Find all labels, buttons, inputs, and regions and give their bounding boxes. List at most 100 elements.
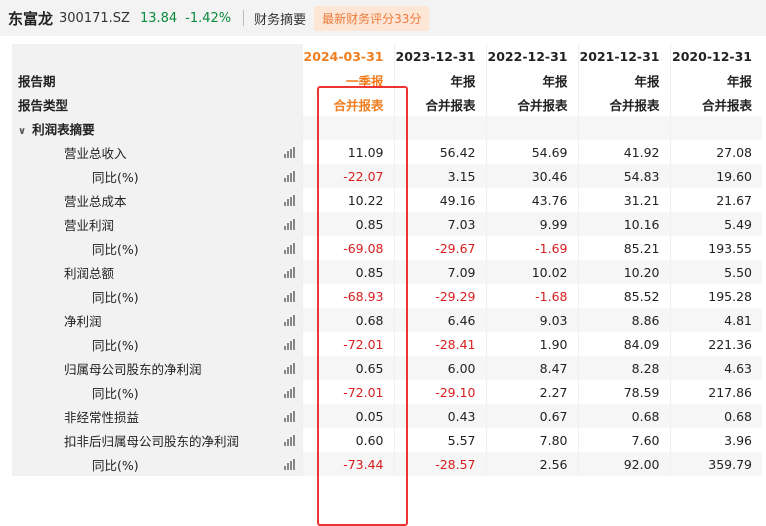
price-change: -1.42% <box>185 10 232 26</box>
column-date[interactable]: 2022-12-31 <box>485 44 578 68</box>
table-cell: 3.15 <box>393 164 486 188</box>
table-cell: 85.52 <box>577 284 670 308</box>
row-label: 营业总收入 <box>12 140 302 164</box>
bar-chart-icon[interactable] <box>283 435 296 446</box>
table-row: 同比(%) -72.01 -29.10 2.27 78.59 217.86 <box>12 380 762 404</box>
table-cell: -68.93 <box>301 284 394 308</box>
table-row: 营业总成本 10.22 49.16 43.76 31.21 21.67 <box>12 188 762 212</box>
row-label: 营业利润 <box>12 212 302 236</box>
stock-code: 300171.SZ <box>59 10 130 26</box>
row-label: 同比(%) <box>12 332 302 356</box>
table-cell: 10.02 <box>485 260 578 284</box>
table-cell: 6.46 <box>393 308 486 332</box>
table-cell: 2.27 <box>485 380 578 404</box>
row-label: 扣非后归属母公司股东的净利润 <box>12 428 302 452</box>
table-row: 同比(%) -69.08 -29.67 -1.69 85.21 193.55 <box>12 236 762 260</box>
column-type: 合并报表 <box>669 92 762 116</box>
table-row: 同比(%) -72.01 -28.41 1.90 84.09 221.36 <box>12 332 762 356</box>
header-row-date: 2024-03-31 2023-12-31 2022-12-31 2021-12… <box>12 44 762 68</box>
table-cell: 30.46 <box>485 164 578 188</box>
bar-chart-icon[interactable] <box>283 195 296 206</box>
bar-chart-icon[interactable] <box>283 363 296 374</box>
table-cell: 92.00 <box>577 452 670 476</box>
table-cell: 4.63 <box>669 356 762 380</box>
table-cell: 5.57 <box>393 428 486 452</box>
table-cell: 2.56 <box>485 452 578 476</box>
table-cell: 9.03 <box>485 308 578 332</box>
table-cell: 0.68 <box>669 404 762 428</box>
table-cell: 56.42 <box>393 140 486 164</box>
table-row: 同比(%) -73.44 -28.57 2.56 92.00 359.79 <box>12 452 762 476</box>
row-label-text: 净利润 <box>64 313 102 329</box>
table-cell: 7.03 <box>393 212 486 236</box>
table-cell: 359.79 <box>669 452 762 476</box>
column-period: 年报 <box>393 68 486 92</box>
chevron-down-icon[interactable]: ∨ <box>18 126 26 137</box>
section-label[interactable]: ∨ 利润表摘要 <box>12 116 302 140</box>
row-label: 同比(%) <box>12 284 302 308</box>
table-cell: 0.65 <box>301 356 394 380</box>
column-period: 年报 <box>485 68 578 92</box>
row-label-text: 同比(%) <box>92 385 139 401</box>
financial-table: 2024-03-31 2023-12-31 2022-12-31 2021-12… <box>12 44 762 476</box>
table-cell: 9.99 <box>485 212 578 236</box>
bar-chart-icon[interactable] <box>283 411 296 422</box>
header-row-period: 报告期 一季报 年报 年报 年报 年报 <box>12 68 762 92</box>
row-label: 营业总成本 <box>12 188 302 212</box>
top-bar: 东富龙 300171.SZ 13.84 -1.42% 财务摘要 最新财务评分33… <box>0 0 766 36</box>
financial-table-panel: 2024-03-31 2023-12-31 2022-12-31 2021-12… <box>12 44 766 526</box>
column-period: 年报 <box>577 68 670 92</box>
table-row: 扣非后归属母公司股东的净利润 0.60 5.57 7.80 7.60 3.96 <box>12 428 762 452</box>
row-label: 同比(%) <box>12 236 302 260</box>
bar-chart-icon[interactable] <box>283 267 296 278</box>
table-cell: 11.09 <box>301 140 394 164</box>
table-cell: 7.80 <box>485 428 578 452</box>
tab-financial-summary[interactable]: 财务摘要 <box>254 9 306 28</box>
table-cell: -29.29 <box>393 284 486 308</box>
section-title: 利润表摘要 <box>32 121 95 137</box>
table-cell: 3.96 <box>669 428 762 452</box>
table-cell: 7.60 <box>577 428 670 452</box>
table-cell: 0.68 <box>577 404 670 428</box>
table-cell: 8.28 <box>577 356 670 380</box>
row-label-text: 同比(%) <box>92 289 139 305</box>
bar-chart-icon[interactable] <box>283 171 296 182</box>
bar-chart-icon[interactable] <box>283 243 296 254</box>
table-cell: 5.50 <box>669 260 762 284</box>
row-label-text: 扣非后归属母公司股东的净利润 <box>64 433 240 449</box>
table-cell: 10.22 <box>301 188 394 212</box>
table-cell: 10.20 <box>577 260 670 284</box>
table-cell: -28.41 <box>393 332 486 356</box>
column-date[interactable]: 2024-03-31 <box>301 44 394 68</box>
table-cell: -1.69 <box>485 236 578 260</box>
bar-chart-icon[interactable] <box>283 339 296 350</box>
table-cell: 8.47 <box>485 356 578 380</box>
column-type: 合并报表 <box>393 92 486 116</box>
table-cell: 0.60 <box>301 428 394 452</box>
column-date[interactable]: 2021-12-31 <box>577 44 670 68</box>
table-cell: 0.85 <box>301 212 394 236</box>
column-date[interactable]: 2023-12-31 <box>393 44 486 68</box>
section-row[interactable]: ∨ 利润表摘要 <box>12 116 762 140</box>
table-cell: 0.68 <box>301 308 394 332</box>
table-cell: -72.01 <box>301 380 394 404</box>
table-cell: -22.07 <box>301 164 394 188</box>
bar-chart-icon[interactable] <box>283 459 296 470</box>
table-cell: -72.01 <box>301 332 394 356</box>
table-cell: 221.36 <box>669 332 762 356</box>
table-cell: 217.86 <box>669 380 762 404</box>
row-label-text: 利润总额 <box>64 265 115 281</box>
row-label-text: 同比(%) <box>92 457 139 473</box>
table-row: 营业总收入 11.09 56.42 54.69 41.92 27.08 <box>12 140 762 164</box>
row-label: 同比(%) <box>12 164 302 188</box>
bar-chart-icon[interactable] <box>283 387 296 398</box>
divider <box>243 10 245 26</box>
bar-chart-icon[interactable] <box>283 315 296 326</box>
column-type: 合并报表 <box>577 92 670 116</box>
financial-score-badge[interactable]: 最新财务评分33分 <box>314 5 430 31</box>
column-date[interactable]: 2020-12-31 <box>669 44 762 68</box>
bar-chart-icon[interactable] <box>283 291 296 302</box>
bar-chart-icon[interactable] <box>283 219 296 230</box>
bar-chart-icon[interactable] <box>283 147 296 158</box>
corner-cell <box>12 44 302 68</box>
